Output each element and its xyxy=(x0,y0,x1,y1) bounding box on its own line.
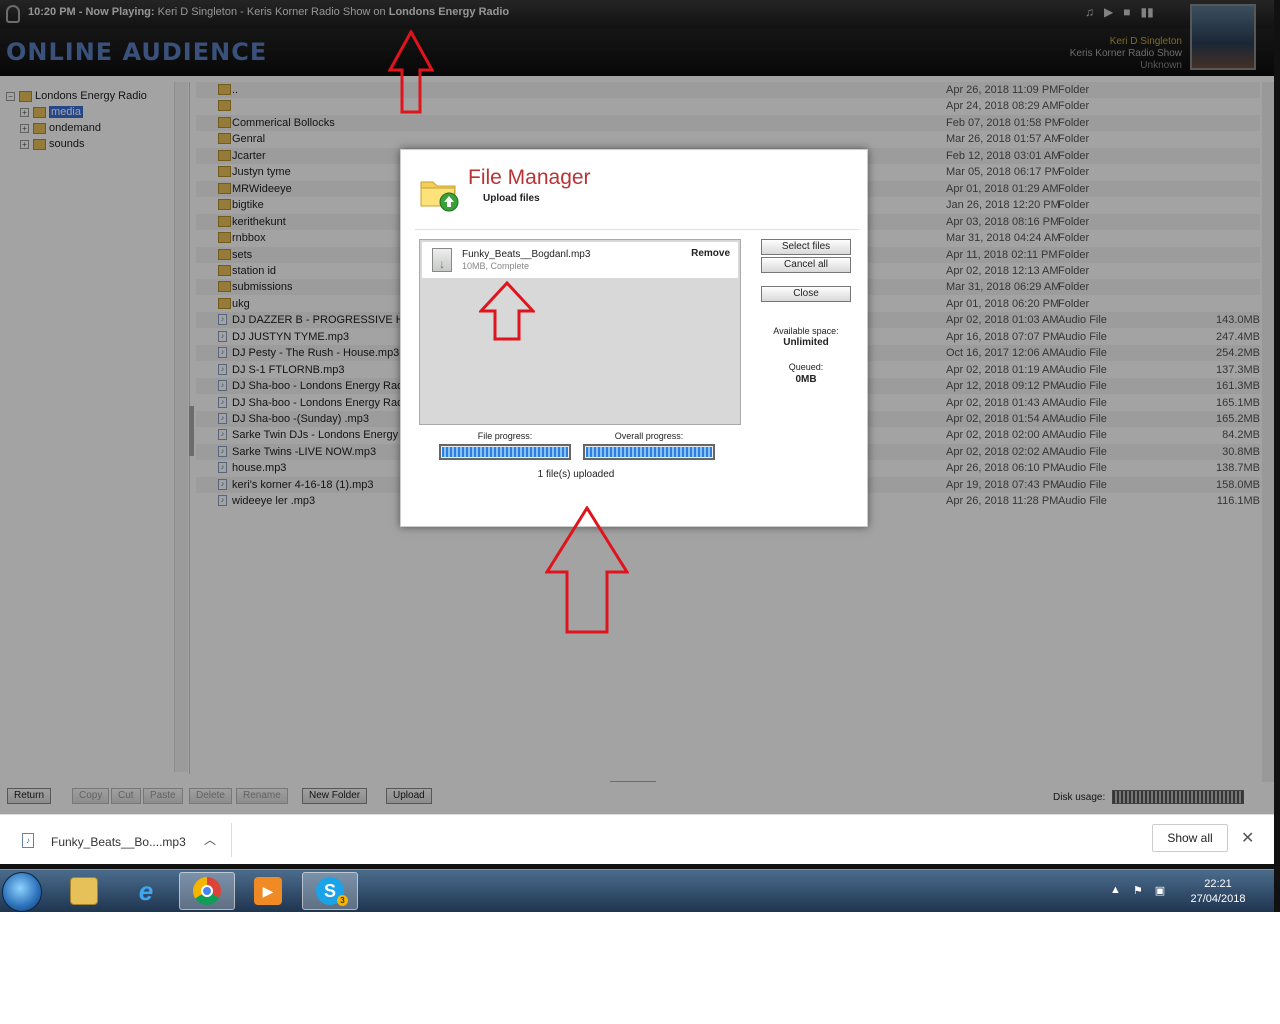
system-tray: ▲ ⚑ ▣ xyxy=(1110,884,1165,897)
select-files-button[interactable]: Select files xyxy=(761,239,851,255)
close-button[interactable]: Close xyxy=(761,286,851,302)
folder-upload-icon xyxy=(420,181,459,212)
upload-queue: ↓ Funky_Beats__Bogdanl.mp3 10MB, Complet… xyxy=(419,239,741,425)
clock-date: 27/04/2018 xyxy=(1190,893,1246,905)
show-hidden-icons-icon[interactable]: ▲ xyxy=(1110,884,1121,897)
overall-progress-label: Overall progress: xyxy=(614,431,684,441)
folder-icon xyxy=(70,877,98,905)
chrome-icon xyxy=(193,877,221,905)
show-all-button[interactable]: Show all xyxy=(1152,824,1228,852)
remove-button[interactable]: Remove xyxy=(691,248,730,259)
divider xyxy=(415,229,859,230)
dialog-title: File Manager xyxy=(468,166,591,189)
window-border xyxy=(1274,0,1280,912)
action-center-flag-icon[interactable]: ⚑ xyxy=(1133,884,1143,897)
network-icon[interactable]: ▣ xyxy=(1155,884,1165,897)
file-icon: ↓ xyxy=(432,248,452,272)
taskbar-clock[interactable]: 22:21 27/04/2018 xyxy=(1180,877,1256,907)
download-item[interactable]: ♪ Funky_Beats__Bo....mp3 ︿ xyxy=(14,823,232,857)
ie-taskbar-button[interactable]: e xyxy=(118,872,174,910)
media-player-icon: ▶ xyxy=(254,877,282,905)
queue-file-status: 10MB, Complete xyxy=(462,261,530,271)
queued-value: 0MB xyxy=(795,374,817,385)
annotation-arrow-up xyxy=(479,281,535,341)
notification-badge: 3 xyxy=(337,895,348,906)
queue-item: ↓ Funky_Beats__Bogdanl.mp3 10MB, Complet… xyxy=(422,242,738,278)
queue-file-name: Funky_Beats__Bogdanl.mp3 xyxy=(462,249,591,260)
taskbar: e ▶ S 3 ▲ ⚑ ▣ 22:21 27/04/2018 xyxy=(0,869,1274,912)
annotation-arrow-up xyxy=(388,30,434,114)
clock-time: 22:21 xyxy=(1204,878,1232,890)
download-arrow-icon: ↓ xyxy=(439,257,445,271)
file-manager-dialog: File Manager Upload files ↓ Funky_Beats_… xyxy=(400,149,868,527)
close-icon[interactable]: ✕ xyxy=(1241,828,1254,848)
available-space-value: Unlimited xyxy=(783,337,829,348)
file-progress-bar xyxy=(439,444,571,460)
media-player-taskbar-button[interactable]: ▶ xyxy=(240,872,296,910)
internet-explorer-icon: e xyxy=(138,875,154,906)
start-button[interactable] xyxy=(2,872,42,912)
downloads-bar: ♪ Funky_Beats__Bo....mp3 ︿ Show all ✕ xyxy=(0,814,1274,864)
file-progress-fill xyxy=(442,447,568,457)
overall-progress-fill xyxy=(586,447,712,457)
available-space-label: Available space: xyxy=(773,326,839,336)
skype-taskbar-button[interactable]: S 3 xyxy=(302,872,358,910)
chrome-taskbar-button[interactable] xyxy=(179,872,235,910)
queued-label: Queued: xyxy=(788,362,824,372)
cancel-all-button[interactable]: Cancel all xyxy=(761,257,851,273)
uploaded-status: 1 file(s) uploaded xyxy=(537,469,615,480)
chevron-up-icon[interactable]: ︿ xyxy=(204,831,216,848)
file-progress-label: File progress: xyxy=(477,431,533,441)
audio-file-icon: ♪ xyxy=(22,833,34,848)
overall-progress-bar xyxy=(583,444,715,460)
download-file-name: Funky_Beats__Bo....mp3 xyxy=(51,835,186,849)
explorer-taskbar-button[interactable] xyxy=(56,872,112,910)
dialog-subtitle: Upload files xyxy=(483,193,540,204)
annotation-arrow-up xyxy=(545,506,629,634)
